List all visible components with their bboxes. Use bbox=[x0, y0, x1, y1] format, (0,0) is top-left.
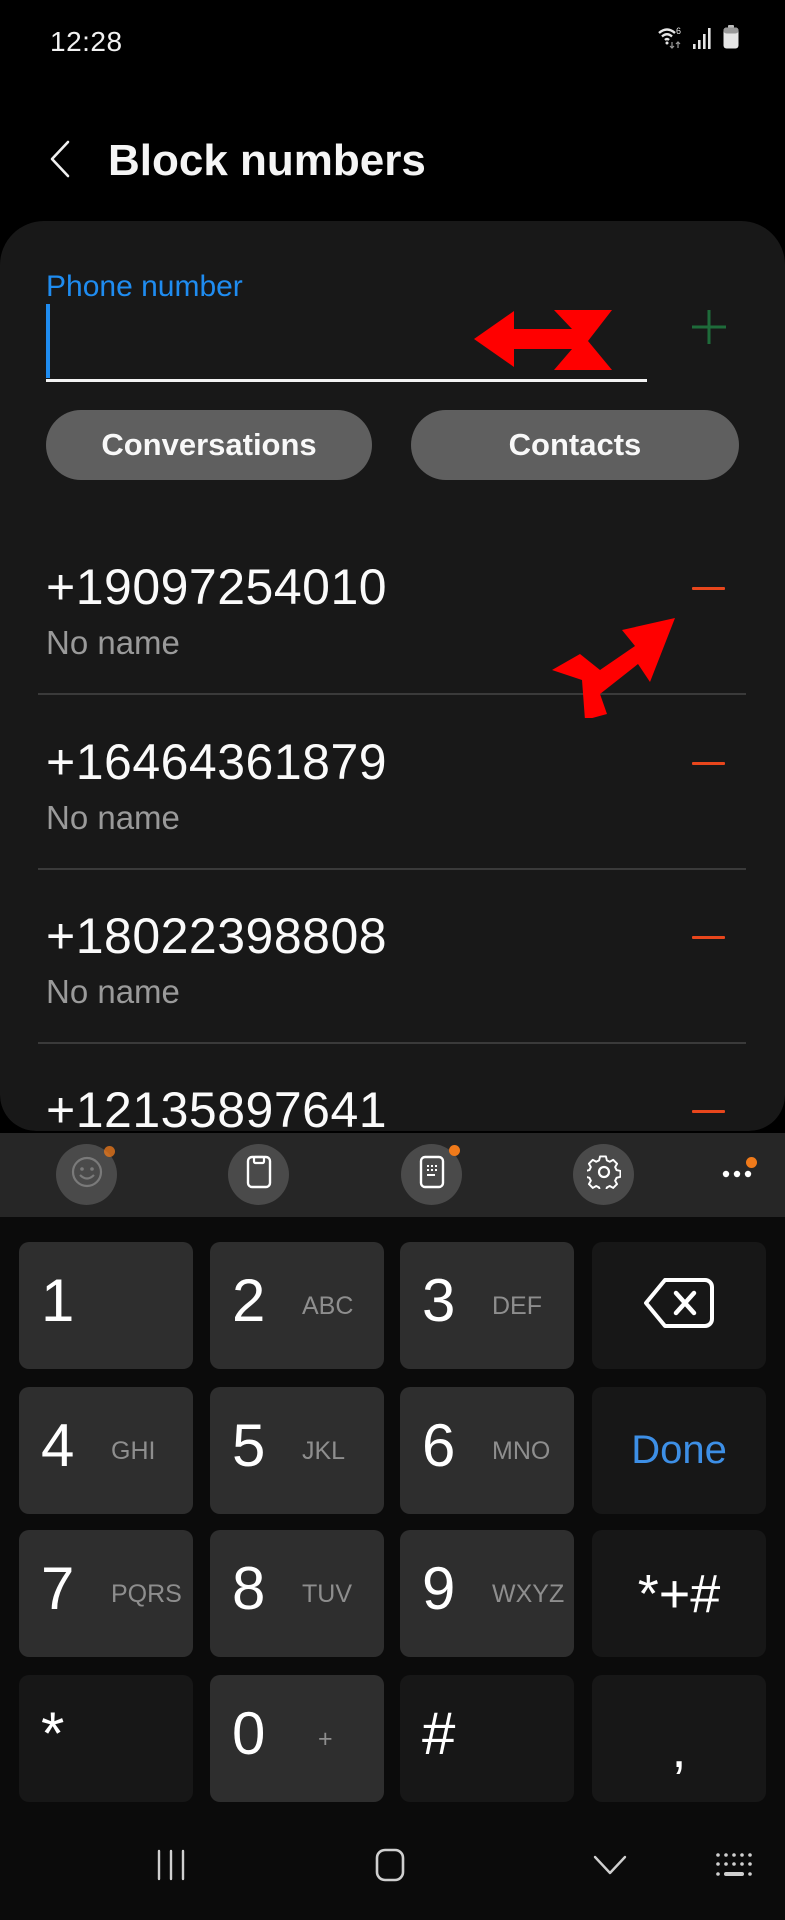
done-key[interactable]: Done bbox=[592, 1387, 766, 1514]
text-cursor bbox=[46, 304, 50, 378]
battery-icon bbox=[723, 25, 739, 54]
key-5[interactable]: 5 JKL bbox=[210, 1387, 384, 1514]
chevron-left-icon bbox=[49, 140, 71, 183]
recents-button[interactable] bbox=[141, 1842, 201, 1892]
page-title: Block numbers bbox=[108, 136, 426, 185]
key-digit: 6 bbox=[422, 1412, 456, 1479]
keyboard-switch-button[interactable] bbox=[704, 1842, 764, 1892]
back-chevron-icon bbox=[593, 1854, 627, 1881]
minus-icon bbox=[691, 935, 725, 939]
key-letters: WXYZ bbox=[492, 1580, 565, 1608]
remove-button[interactable] bbox=[680, 735, 736, 791]
key-letters: DEF bbox=[492, 1292, 542, 1320]
clipboard-icon bbox=[246, 1155, 272, 1194]
clipboard-button[interactable] bbox=[228, 1144, 289, 1205]
key-star[interactable]: * bbox=[19, 1675, 193, 1802]
notification-dot bbox=[104, 1146, 115, 1157]
key-8[interactable]: 8 TUV bbox=[210, 1530, 384, 1657]
backspace-key[interactable] bbox=[592, 1242, 766, 1369]
key-digit: 1 bbox=[41, 1267, 75, 1334]
keyboard-toolbar bbox=[0, 1133, 785, 1217]
key-digit: 9 bbox=[422, 1555, 456, 1622]
key-digit: 3 bbox=[422, 1267, 456, 1334]
svg-text:6: 6 bbox=[676, 26, 681, 36]
status-icons: 6 bbox=[657, 25, 739, 54]
navigation-bar bbox=[0, 1830, 785, 1920]
blocked-number-list: +19097254010 No name +16464361879 No nam… bbox=[0, 520, 785, 1131]
done-label: Done bbox=[631, 1428, 727, 1472]
remove-button[interactable] bbox=[680, 560, 736, 616]
key-digit: 5 bbox=[232, 1412, 266, 1479]
key-letters: + bbox=[318, 1725, 333, 1753]
contact-name: No name bbox=[46, 799, 180, 836]
key-2[interactable]: 2 ABC bbox=[210, 1242, 384, 1369]
key-6[interactable]: 6 MNO bbox=[400, 1387, 574, 1514]
card-corner-mask bbox=[0, 1095, 785, 1131]
conversations-button[interactable]: Conversations bbox=[46, 410, 372, 480]
blocked-number: +19097254010 bbox=[46, 559, 388, 615]
input-underline bbox=[46, 379, 647, 382]
numeric-keypad: 1 2 ABC 3 DEF 4 GHI 5 JKL 6 MNO Done 7 P… bbox=[0, 1217, 785, 1830]
minus-icon bbox=[691, 761, 725, 765]
notification-dot bbox=[449, 1145, 460, 1156]
keyboard-mode-icon bbox=[419, 1155, 445, 1194]
comma-key[interactable]: , bbox=[592, 1675, 766, 1802]
key-digit: 4 bbox=[41, 1412, 75, 1479]
remove-button[interactable] bbox=[680, 909, 736, 965]
status-time: 12:28 bbox=[50, 26, 123, 57]
key-digit: # bbox=[422, 1700, 456, 1767]
list-item[interactable]: +16464361879 No name bbox=[0, 695, 785, 870]
more-icon bbox=[721, 1166, 753, 1184]
list-item[interactable]: +19097254010 No name bbox=[0, 520, 785, 695]
key-letters: MNO bbox=[492, 1437, 551, 1465]
home-icon bbox=[375, 1848, 405, 1887]
key-digit: 0 bbox=[232, 1700, 266, 1767]
key-digit: 8 bbox=[232, 1555, 266, 1622]
key-letters: JKL bbox=[302, 1437, 346, 1465]
add-number-button[interactable] bbox=[686, 306, 732, 352]
recents-icon bbox=[156, 1849, 186, 1886]
minus-icon bbox=[691, 586, 725, 590]
comma-label: , bbox=[671, 1718, 687, 1779]
hide-keyboard-button[interactable] bbox=[580, 1842, 640, 1892]
contacts-button[interactable]: Contacts bbox=[411, 410, 739, 480]
contact-name: No name bbox=[46, 973, 180, 1010]
back-button[interactable] bbox=[40, 136, 80, 186]
settings-icon bbox=[584, 1155, 621, 1194]
emoji-icon bbox=[71, 1156, 103, 1193]
key-letters: TUV bbox=[302, 1580, 352, 1608]
home-button[interactable] bbox=[360, 1842, 420, 1892]
notification-dot bbox=[746, 1157, 757, 1168]
plus-icon bbox=[691, 309, 727, 350]
key-1[interactable]: 1 bbox=[19, 1242, 193, 1369]
key-0[interactable]: 0 + bbox=[210, 1675, 384, 1802]
backspace-icon bbox=[643, 1277, 715, 1334]
signal-icon bbox=[693, 27, 713, 54]
key-letters: ABC bbox=[302, 1292, 354, 1320]
key-digit: 7 bbox=[41, 1555, 75, 1622]
keyboard-switch-icon bbox=[716, 1852, 752, 1883]
phone-number-input[interactable] bbox=[54, 304, 643, 380]
list-item[interactable]: +18022398808 No name bbox=[0, 869, 785, 1044]
key-letters: PQRS bbox=[111, 1580, 182, 1608]
key-digit: * bbox=[41, 1700, 65, 1767]
wifi-6-icon: 6 bbox=[657, 25, 683, 54]
blocked-number: +16464361879 bbox=[46, 734, 388, 790]
symbols-label: *+# bbox=[637, 1563, 721, 1624]
blocked-number: +18022398808 bbox=[46, 908, 388, 964]
key-hash[interactable]: # bbox=[400, 1675, 574, 1802]
key-4[interactable]: 4 GHI bbox=[19, 1387, 193, 1514]
key-digit: 2 bbox=[232, 1267, 266, 1334]
key-7[interactable]: 7 PQRS bbox=[19, 1530, 193, 1657]
settings-button[interactable] bbox=[573, 1144, 634, 1205]
key-9[interactable]: 9 WXYZ bbox=[400, 1530, 574, 1657]
phone-number-label: Phone number bbox=[46, 270, 243, 303]
symbols-key[interactable]: *+# bbox=[592, 1530, 766, 1657]
key-letters: GHI bbox=[111, 1437, 156, 1465]
key-3[interactable]: 3 DEF bbox=[400, 1242, 574, 1369]
contact-name: No name bbox=[46, 624, 180, 661]
